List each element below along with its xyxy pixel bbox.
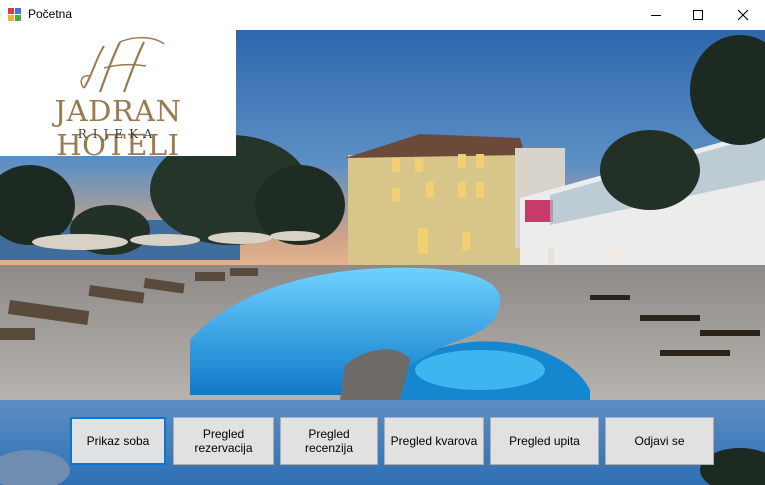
prikaz-soba-button[interactable]: Prikaz soba xyxy=(70,417,166,465)
jadran-hoteli-logo: JADRAN HOTELI RIJEKA xyxy=(0,30,236,162)
pregled-rezervacija-button[interactable]: Pregled rezervacija xyxy=(173,417,274,465)
minimize-button[interactable] xyxy=(633,0,679,30)
pregled-kvarova-button[interactable]: Pregled kvarova xyxy=(384,417,484,465)
maximize-button[interactable] xyxy=(675,0,721,30)
jh-monogram-icon xyxy=(80,37,165,93)
title-bar[interactable]: Početna xyxy=(0,0,765,30)
minimize-icon xyxy=(651,15,661,16)
main-window: Početna JADRAN HOTELI RIJEKA Prikaz soba… xyxy=(0,0,765,485)
form-icon xyxy=(8,8,22,22)
pregled-recenzija-button[interactable]: Pregled recenzija xyxy=(280,417,378,465)
logo-city: RIJEKA xyxy=(77,127,159,141)
odjavi-se-button[interactable]: Odjavi se xyxy=(605,417,714,465)
close-icon xyxy=(737,9,749,21)
close-button[interactable] xyxy=(720,0,765,30)
maximize-icon xyxy=(693,10,703,20)
window-title: Početna xyxy=(28,7,73,21)
pregled-upita-button[interactable]: Pregled upita xyxy=(490,417,599,465)
